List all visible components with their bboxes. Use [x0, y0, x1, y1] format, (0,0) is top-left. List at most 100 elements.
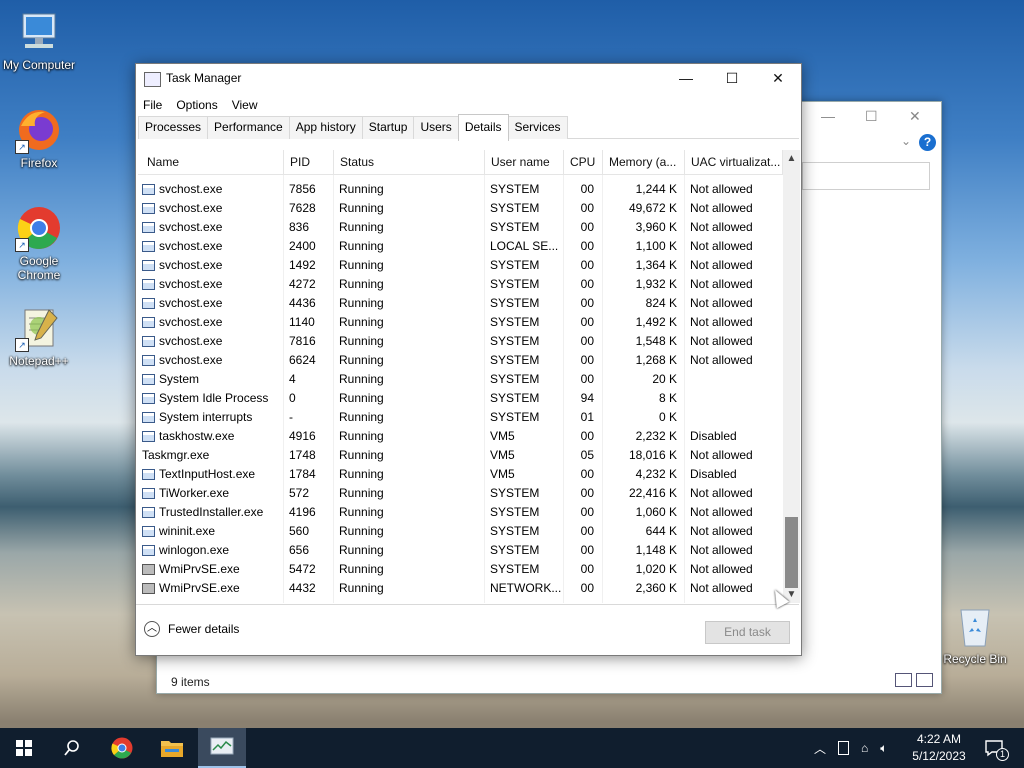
taskbar-file-explorer[interactable]	[148, 728, 196, 768]
table-row[interactable]: svchost.exe 1492 Running SYSTEM 00 1,364 K Not…	[138, 256, 783, 275]
cell-name: svchost.exe	[142, 332, 282, 351]
tab-services[interactable]: Services	[507, 116, 568, 139]
menu-file[interactable]: File	[143, 98, 162, 112]
cell-uac: Not allowed	[690, 543, 753, 557]
notification-center-button[interactable]: 1	[984, 728, 1009, 768]
network-icon[interactable]: ⌂	[861, 741, 868, 755]
cell-pid: 560	[289, 524, 310, 538]
close-icon[interactable]: ✕	[909, 108, 921, 125]
title-bar[interactable]: Task Manager — ☐ ✕	[136, 64, 801, 94]
cell-name: TrustedInstaller.exe	[142, 503, 282, 522]
menu-options[interactable]: Options	[176, 98, 217, 112]
tab-app-history[interactable]: App history	[288, 116, 363, 139]
cell-status: Running	[339, 182, 384, 196]
cell-uac: Not allowed	[690, 258, 753, 272]
table-row[interactable]: TextInputHost.exe 1784 Running VM5 00 4,232 K…	[138, 465, 783, 484]
tablet-icon[interactable]	[838, 741, 850, 755]
taskbar-clock[interactable]: 4:22 AM 5/12/2023	[908, 731, 970, 765]
table-row[interactable]: wininit.exe 560 Running SYSTEM 00 644 K Not al…	[138, 522, 783, 541]
taskbar-chrome[interactable]	[98, 728, 146, 768]
task-manager-window[interactable]: Task Manager — ☐ ✕ File Options View Pro…	[135, 63, 802, 656]
cell-uac: Not allowed	[690, 315, 753, 329]
maximize-icon[interactable]: ☐	[865, 108, 878, 125]
table-row[interactable]: System interrupts - Running SYSTEM 01 0 K	[138, 408, 783, 427]
table-row[interactable]: System Idle Process 0 Running SYSTEM 94 8 K	[138, 389, 783, 408]
large-icons-view-icon[interactable]	[916, 673, 933, 687]
cell-user-name: SYSTEM	[490, 258, 540, 272]
tab-processes[interactable]: Processes	[138, 116, 209, 139]
cell-uac: Disabled	[690, 429, 737, 443]
search-input[interactable]	[802, 162, 930, 190]
column-header-uac[interactable]: UAC virtualizat...	[685, 150, 783, 174]
table-row[interactable]: WmiPrvSE.exe 4432 Running NETWORK... 00 2,360…	[138, 579, 783, 598]
chevron-down-icon[interactable]: ⌄	[901, 134, 911, 148]
table-row[interactable]: winlogon.exe 656 Running SYSTEM 00 1,148 K Not…	[138, 541, 783, 560]
cell-cpu: 00	[580, 467, 594, 481]
details-view-icon[interactable]	[895, 673, 912, 687]
cell-uac: Not allowed	[690, 486, 753, 500]
search-button[interactable]	[48, 728, 96, 768]
cell-user-name: SYSTEM	[490, 543, 540, 557]
table-row[interactable]: svchost.exe 7856 Running SYSTEM 00 1,244 K Not…	[138, 180, 783, 199]
process-icon	[142, 317, 155, 328]
fewer-details-button[interactable]: ︿ Fewer details	[144, 621, 239, 637]
desktop-icon-google-chrome[interactable]: ↗ Google Chrome	[0, 204, 78, 282]
help-icon[interactable]: ?	[919, 134, 936, 151]
cell-status: Running	[339, 372, 384, 386]
table-row[interactable]: svchost.exe 2400 Running LOCAL SE... 00 1,100…	[138, 237, 783, 256]
scroll-up-icon[interactable]: ▲	[783, 150, 800, 167]
cell-memory: 1,020 K	[635, 562, 677, 576]
end-task-button[interactable]: End task	[705, 621, 790, 644]
minimize-icon[interactable]: —	[821, 108, 835, 124]
column-header-pid[interactable]: PID	[284, 150, 334, 174]
table-row[interactable]: TrustedInstaller.exe 4196 Running SYSTEM 00 1…	[138, 503, 783, 522]
table-row[interactable]: System 4 Running SYSTEM 00 20 K	[138, 370, 783, 389]
desktop-icon-recycle-bin[interactable]: Recycle Bin	[936, 602, 1014, 666]
table-row[interactable]: svchost.exe 4272 Running SYSTEM 00 1,932 K Not…	[138, 275, 783, 294]
cell-uac: Not allowed	[690, 239, 753, 253]
table-row[interactable]: Taskmgr.exe 1748 Running VM5 05 18,016 K Not a…	[138, 446, 783, 465]
column-header-user-name[interactable]: User name	[485, 150, 564, 174]
cell-pid: 4436	[289, 296, 316, 310]
desktop-icon-my-computer[interactable]: My Computer	[0, 8, 78, 72]
tab-startup[interactable]: Startup	[361, 116, 415, 139]
cell-user-name: VM5	[490, 448, 515, 462]
cell-memory: 3,960 K	[635, 220, 677, 234]
chevron-up-icon[interactable]: ︿	[814, 740, 826, 757]
table-row[interactable]: svchost.exe 6624 Running SYSTEM 00 1,268 K Not…	[138, 351, 783, 370]
table-row[interactable]: svchost.exe 7628 Running SYSTEM 00 49,672 K No…	[138, 199, 783, 218]
cell-name: svchost.exe	[142, 218, 282, 237]
tab-performance[interactable]: Performance	[207, 116, 290, 139]
desktop-icon-firefox[interactable]: ↗ Firefox	[0, 106, 78, 170]
process-icon	[142, 336, 155, 347]
column-header-name[interactable]: Name	[138, 150, 284, 174]
cell-memory: 644 K	[645, 524, 677, 538]
tab-users[interactable]: Users	[413, 116, 459, 139]
column-header-cpu[interactable]: CPU	[564, 150, 603, 174]
desktop-icon-notepadpp[interactable]: ↗ Notepad++	[0, 304, 78, 368]
column-header-memory[interactable]: Memory (a...	[603, 150, 685, 174]
scrollbar-thumb[interactable]	[785, 517, 798, 588]
vertical-scrollbar[interactable]: ▲ ▼	[783, 150, 800, 603]
table-row[interactable]: svchost.exe 4436 Running SYSTEM 00 824 K Not a…	[138, 294, 783, 313]
table-row[interactable]: svchost.exe 1140 Running SYSTEM 00 1,492 K Not…	[138, 313, 783, 332]
table-row[interactable]: WmiPrvSE.exe 5472 Running SYSTEM 00 1,020 K No…	[138, 560, 783, 579]
cell-status: Running	[339, 391, 384, 405]
table-row[interactable]: svchost.exe 7816 Running SYSTEM 00 1,548 K Not…	[138, 332, 783, 351]
cell-user-name: SYSTEM	[490, 372, 540, 386]
process-icon	[142, 184, 155, 195]
minimize-button[interactable]: —	[663, 64, 709, 94]
cell-name: WmiPrvSE.exe	[142, 560, 282, 579]
cell-cpu: 00	[580, 258, 594, 272]
close-button[interactable]: ✕	[755, 64, 801, 94]
maximize-button[interactable]: ☐	[709, 64, 755, 94]
volume-icon[interactable]: 🔈︎	[880, 741, 887, 756]
table-row[interactable]: TiWorker.exe 572 Running SYSTEM 00 22,416 K No…	[138, 484, 783, 503]
start-button[interactable]	[0, 728, 48, 768]
taskbar-task-manager[interactable]	[198, 728, 246, 768]
table-row[interactable]: taskhostw.exe 4916 Running VM5 00 2,232 K Disa…	[138, 427, 783, 446]
tab-details[interactable]: Details	[457, 114, 509, 141]
menu-view[interactable]: View	[232, 98, 258, 112]
table-row[interactable]: svchost.exe 836 Running SYSTEM 00 3,960 K Not …	[138, 218, 783, 237]
column-header-status[interactable]: Status	[334, 150, 485, 174]
